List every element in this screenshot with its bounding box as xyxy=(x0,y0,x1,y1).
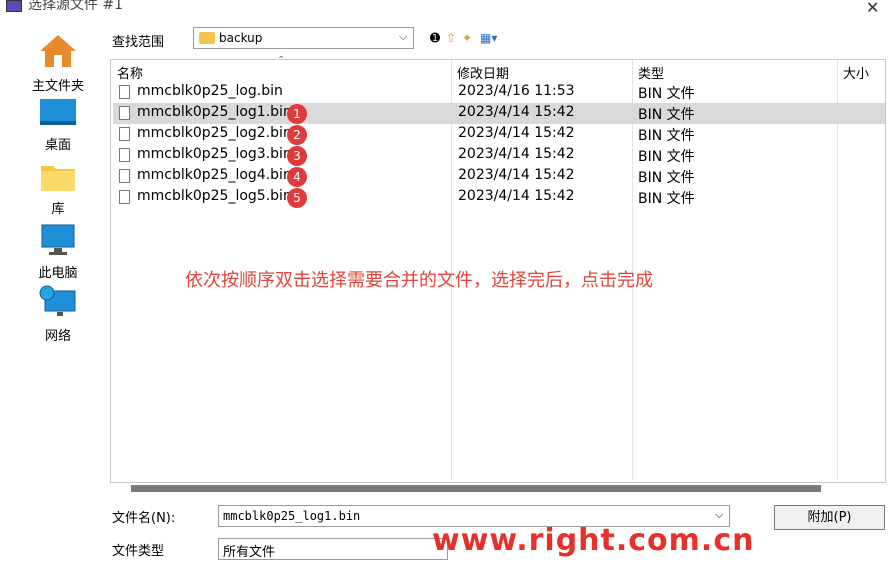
file-icon xyxy=(119,85,130,99)
order-badge: 4 xyxy=(287,167,307,187)
chevron-down-icon[interactable]: ⌵ xyxy=(715,508,723,522)
order-badge: 1 xyxy=(287,104,307,124)
file-icon xyxy=(119,169,130,183)
column-name[interactable]: 名称 xyxy=(117,63,143,82)
file-date: 2023/4/14 15:42 xyxy=(458,125,575,141)
new-folder-icon[interactable]: ✦ xyxy=(462,31,472,45)
horizontal-scrollbar[interactable] xyxy=(131,485,821,492)
file-date: 2023/4/14 15:42 xyxy=(458,146,575,162)
file-icon xyxy=(119,148,130,162)
app-icon xyxy=(6,0,22,12)
network-icon xyxy=(39,285,76,316)
place-home[interactable]: 主文件夹 xyxy=(14,33,102,94)
file-row[interactable]: mmcblk0p25_log5.bin 5 2023/4/14 15:42 BI… xyxy=(113,187,885,208)
place-desktop[interactable]: 桌面 xyxy=(14,98,102,153)
order-badge: 2 xyxy=(287,125,307,145)
place-library[interactable]: 库 xyxy=(14,162,102,217)
file-type: BIN 文件 xyxy=(638,149,695,165)
file-row[interactable]: mmcblk0p25_log2.bin 2 2023/4/14 15:42 BI… xyxy=(113,124,885,145)
window-title: 选择源文件 #1 xyxy=(28,0,124,13)
back-icon[interactable]: ➊ xyxy=(430,31,440,45)
place-home-label: 主文件夹 xyxy=(31,79,84,94)
file-type: BIN 文件 xyxy=(638,170,695,186)
look-in-dropdown[interactable]: backup ⌵ xyxy=(193,27,414,49)
filetype-label: 文件类型 xyxy=(112,544,165,559)
look-in-value: backup xyxy=(219,31,263,45)
sort-up-icon: ⌃ xyxy=(277,55,286,66)
column-date[interactable]: 修改日期 xyxy=(457,63,509,82)
file-type: BIN 文件 xyxy=(638,86,695,102)
file-type: BIN 文件 xyxy=(638,128,695,144)
title-bar: 选择源文件 #1 ✕ xyxy=(0,0,894,14)
file-name: mmcblk0p25_log5.bin xyxy=(137,188,292,204)
look-in-label: 查找范围 xyxy=(112,35,165,50)
file-row[interactable]: mmcblk0p25_log.bin 2023/4/16 11:53 BIN 文… xyxy=(113,82,885,103)
home-icon xyxy=(40,35,76,67)
file-icon xyxy=(119,127,130,141)
file-type: BIN 文件 xyxy=(638,191,695,207)
up-folder-icon[interactable]: ⇧ xyxy=(446,31,456,45)
close-icon[interactable]: ✕ xyxy=(866,0,879,14)
filetype-dropdown[interactable]: 所有文件 xyxy=(218,538,448,560)
column-type[interactable]: 类型 xyxy=(638,63,664,82)
file-name: mmcblk0p25_log4.bin xyxy=(137,167,292,183)
instruction-annotation: 依次按顺序双击选择需要合并的文件，选择完后，点击完成 xyxy=(185,270,653,291)
place-library-label: 库 xyxy=(51,202,65,217)
file-date: 2023/4/14 15:42 xyxy=(458,104,575,120)
computer-icon xyxy=(41,224,75,255)
view-menu-icon[interactable]: ▦▾ xyxy=(480,31,497,45)
file-date: 2023/4/16 11:53 xyxy=(458,83,575,99)
add-button[interactable]: 附加(P) xyxy=(774,505,885,530)
file-row-selected[interactable]: mmcblk0p25_log1.bin 1 2023/4/14 15:42 BI… xyxy=(113,103,885,124)
filename-label: 文件名(N): xyxy=(112,511,176,526)
file-date: 2023/4/14 15:42 xyxy=(458,188,575,204)
place-computer[interactable]: 此电脑 xyxy=(14,224,102,281)
place-desktop-label: 桌面 xyxy=(44,138,71,153)
watermark: www.right.com.cn xyxy=(432,523,755,558)
file-name: mmcblk0p25_log2.bin xyxy=(137,125,292,141)
file-icon xyxy=(119,106,130,120)
place-network-label: 网络 xyxy=(44,329,71,344)
file-row[interactable]: mmcblk0p25_log3.bin 3 2023/4/14 15:42 BI… xyxy=(113,145,885,166)
desktop-icon xyxy=(40,99,76,125)
chevron-down-icon: ⌵ xyxy=(399,30,408,43)
file-row[interactable]: mmcblk0p25_log4.bin 4 2023/4/14 15:42 BI… xyxy=(113,166,885,187)
place-network[interactable]: 网络 xyxy=(14,285,102,344)
order-badge: 5 xyxy=(287,188,307,208)
file-name: mmcblk0p25_log1.bin xyxy=(137,104,292,120)
file-type: BIN 文件 xyxy=(638,107,695,123)
library-folder-icon xyxy=(41,166,75,191)
file-name: mmcblk0p25_log.bin xyxy=(137,83,283,99)
order-badge: 3 xyxy=(287,146,307,166)
folder-icon xyxy=(199,32,215,44)
file-date: 2023/4/14 15:42 xyxy=(458,167,575,183)
file-name: mmcblk0p25_log3.bin xyxy=(137,146,292,162)
place-computer-label: 此电脑 xyxy=(38,266,78,281)
column-size[interactable]: 大小 xyxy=(843,63,869,82)
file-icon xyxy=(119,190,130,204)
